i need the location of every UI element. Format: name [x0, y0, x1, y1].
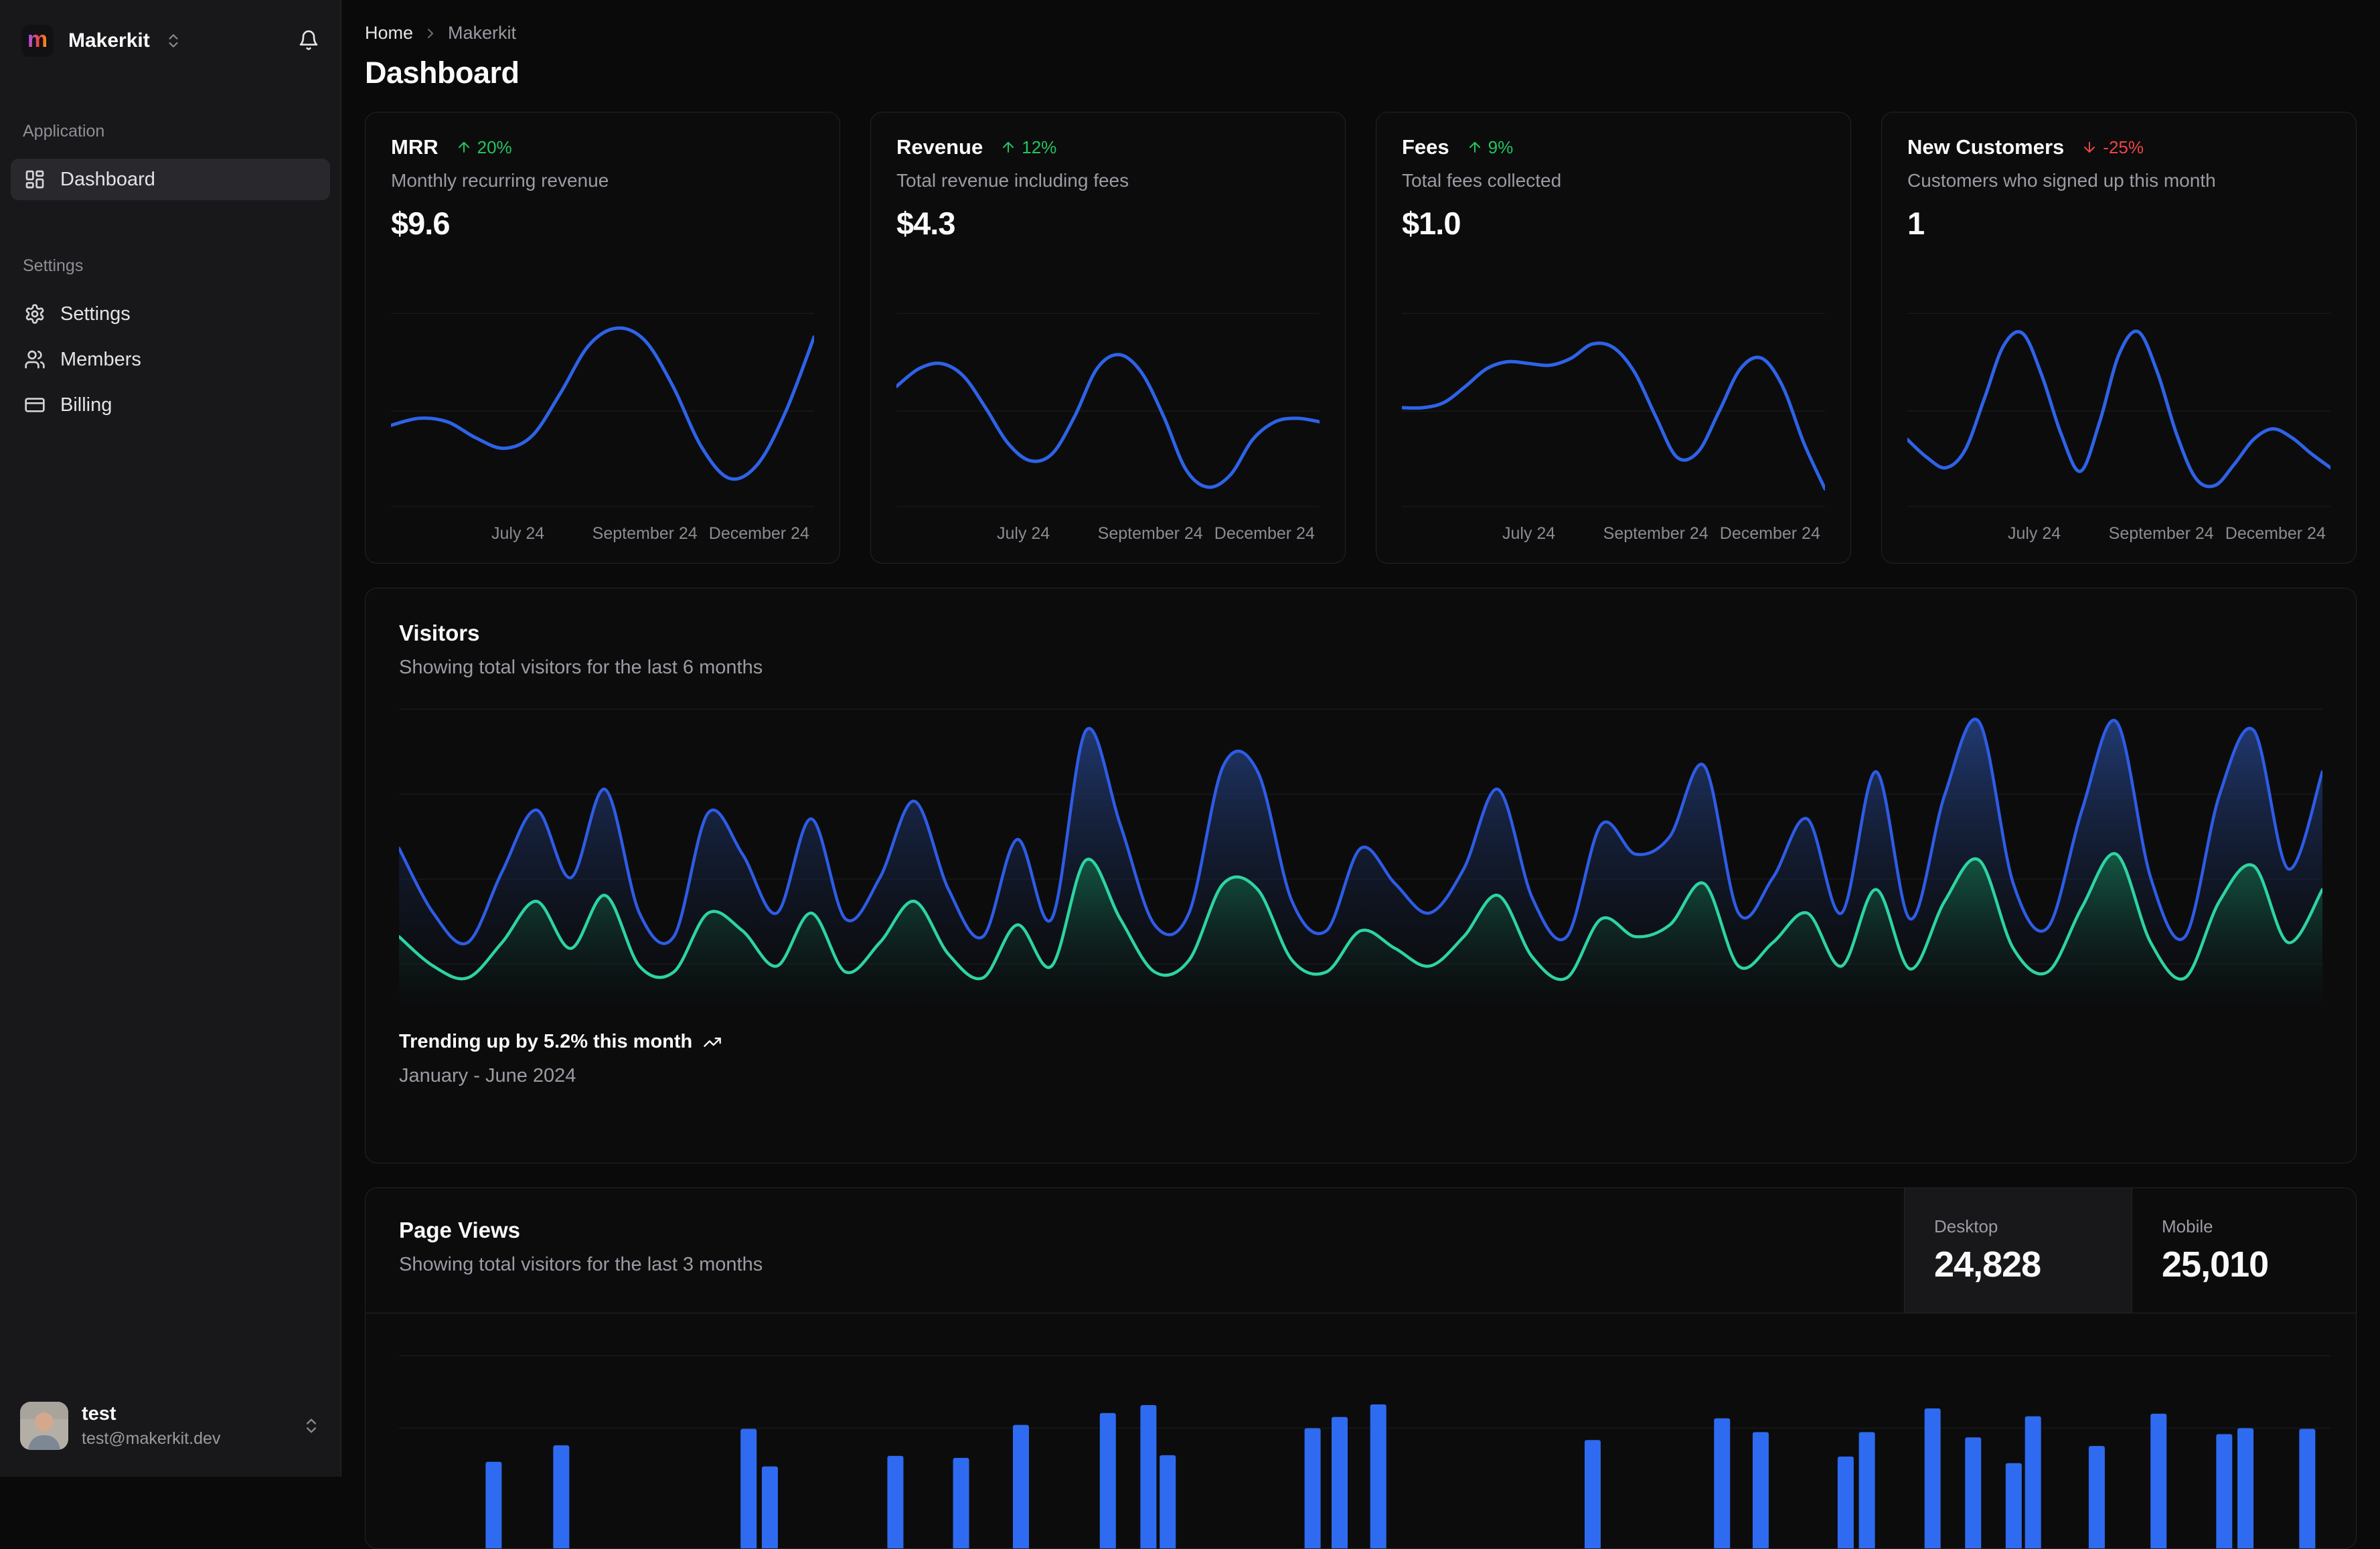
stat-title: MRR: [391, 135, 439, 159]
sidebar-header: m Makerkit: [11, 17, 330, 64]
section-label-application: Application: [23, 122, 105, 141]
stat-value: $4.3: [896, 206, 955, 241]
date-range: January - June 2024: [399, 1065, 576, 1086]
stat-value: 1: [1907, 206, 1925, 241]
sidebar-item-billing[interactable]: Billing: [11, 384, 330, 426]
x-axis-tick: July 24: [2007, 524, 2061, 543]
stat-cards-row: MRR 20% Monthly recurring revenue $9.6 J…: [365, 112, 2357, 564]
page-views-header: Page Views Showing total visitors for th…: [366, 1188, 2356, 1314]
x-axis-tick: September 24: [1603, 524, 1709, 543]
trend-summary: Trending up by 5.2% this month: [399, 1031, 693, 1052]
stat-card-mrr: MRR 20% Monthly recurring revenue $9.6 J…: [365, 112, 840, 564]
stat-subtitle: Customers who signed up this month: [1907, 170, 2216, 191]
main-content: Home Makerkit Dashboard MRR 20% Monthly …: [341, 0, 2380, 1549]
desktop-count: 24,828: [1934, 1244, 2041, 1285]
trend-badge: 20%: [456, 137, 512, 158]
chevrons-up-down-icon: [302, 1416, 321, 1435]
sparkline-chart: July 24 September 24 December 24: [896, 307, 1320, 546]
trend-badge: 9%: [1467, 137, 1513, 158]
breadcrumb: Home Makerkit: [365, 23, 2357, 44]
users-icon: [24, 349, 46, 370]
stat-subtitle: Monthly recurring revenue: [391, 170, 609, 191]
breadcrumb-current: Makerkit: [448, 23, 517, 43]
avatar: [20, 1402, 68, 1450]
dashboard-icon: [24, 169, 46, 190]
x-axis-tick: December 24: [708, 524, 809, 543]
notifications-button[interactable]: [298, 29, 319, 53]
page-views-subtitle: Showing total visitors for the last 3 mo…: [399, 1254, 763, 1275]
user-name: test: [82, 1403, 116, 1424]
x-axis-tick: July 24: [1502, 524, 1556, 543]
arrow-down-icon: [2081, 139, 2097, 155]
visitors-area-chart: [399, 708, 2322, 1008]
sparkline-chart: July 24 September 24 December 24: [1907, 307, 2330, 546]
sidebar-item-label: Dashboard: [60, 168, 155, 190]
x-axis-tick: December 24: [1214, 524, 1315, 543]
user-menu[interactable]: test test@makerkit.dev: [11, 1402, 330, 1450]
visitors-footer: Trending up by 5.2% this month January -…: [399, 1031, 2322, 1087]
sidebar: m Makerkit Application Dashboard Setting…: [0, 0, 341, 1477]
brand-name: Makerkit: [68, 29, 150, 52]
stat-value: $9.6: [391, 206, 450, 241]
stat-card-revenue: Revenue 12% Total revenue including fees…: [870, 112, 1346, 564]
stat-title: New Customers: [1907, 135, 2065, 159]
app-root: m Makerkit Application Dashboard Setting…: [0, 0, 2380, 1549]
page-views-card: Page Views Showing total visitors for th…: [365, 1188, 2357, 1549]
bell-icon: [298, 29, 319, 51]
stat-value: $1.0: [1402, 206, 1461, 241]
stat-subtitle: Total fees collected: [1402, 170, 1562, 191]
workspace-selector[interactable]: m Makerkit: [21, 25, 298, 57]
sidebar-item-label: Billing: [60, 394, 112, 416]
chevrons-up-down-icon: [165, 32, 182, 50]
sidebar-item-label: Settings: [60, 303, 131, 325]
breadcrumb-home[interactable]: Home: [365, 23, 413, 44]
sidebar-nav: Application Dashboard Settings Settings: [11, 122, 330, 430]
trending-up-icon: [703, 1033, 722, 1052]
x-axis-tick: December 24: [1719, 524, 1820, 543]
x-axis-tick: September 24: [1097, 524, 1203, 543]
arrow-up-icon: [1467, 139, 1483, 155]
makerkit-logo: m: [21, 25, 54, 57]
visitors-card: Visitors Showing total visitors for the …: [365, 588, 2357, 1163]
visitors-title: Visitors: [399, 621, 480, 645]
trend-badge: -25%: [2081, 137, 2144, 158]
sidebar-item-members[interactable]: Members: [11, 339, 330, 380]
stat-subtitle: Total revenue including fees: [896, 170, 1129, 191]
x-axis-tick: December 24: [2225, 524, 2326, 543]
user-email: test@makerkit.dev: [82, 1429, 221, 1448]
stat-card-fees: Fees 9% Total fees collected $1.0 July 2…: [1376, 112, 1851, 564]
stat-card-new-customers: New Customers -25% Customers who signed …: [1881, 112, 2357, 564]
section-label-settings: Settings: [23, 256, 84, 275]
sidebar-item-settings[interactable]: Settings: [11, 293, 330, 335]
sparkline-chart: July 24 September 24 December 24: [1402, 307, 1825, 546]
tab-desktop[interactable]: Desktop 24,828: [1904, 1188, 2132, 1313]
arrow-up-icon: [1000, 139, 1016, 155]
x-axis-tick: September 24: [592, 524, 698, 543]
credit-card-icon: [24, 394, 46, 416]
stat-title: Revenue: [896, 135, 983, 159]
sidebar-item-dashboard[interactable]: Dashboard: [11, 159, 330, 200]
tab-mobile[interactable]: Mobile 25,010: [2132, 1188, 2356, 1313]
sparkline-chart: July 24 September 24 December 24: [391, 307, 814, 546]
gear-icon: [24, 303, 46, 325]
arrow-up-icon: [456, 139, 472, 155]
x-axis-tick: July 24: [996, 524, 1050, 543]
x-axis-tick: July 24: [491, 524, 545, 543]
chevron-right-icon: [422, 25, 439, 42]
x-axis-tick: September 24: [2108, 524, 2214, 543]
page-title: Dashboard: [365, 56, 520, 90]
stat-title: Fees: [1402, 135, 1449, 159]
mobile-count: 25,010: [2162, 1244, 2269, 1285]
page-views-bar-chart: [399, 1355, 2330, 1548]
sidebar-item-label: Members: [60, 348, 141, 370]
trend-badge: 12%: [1000, 137, 1056, 158]
visitors-subtitle: Showing total visitors for the last 6 mo…: [399, 657, 763, 678]
page-views-title: Page Views: [399, 1218, 521, 1242]
